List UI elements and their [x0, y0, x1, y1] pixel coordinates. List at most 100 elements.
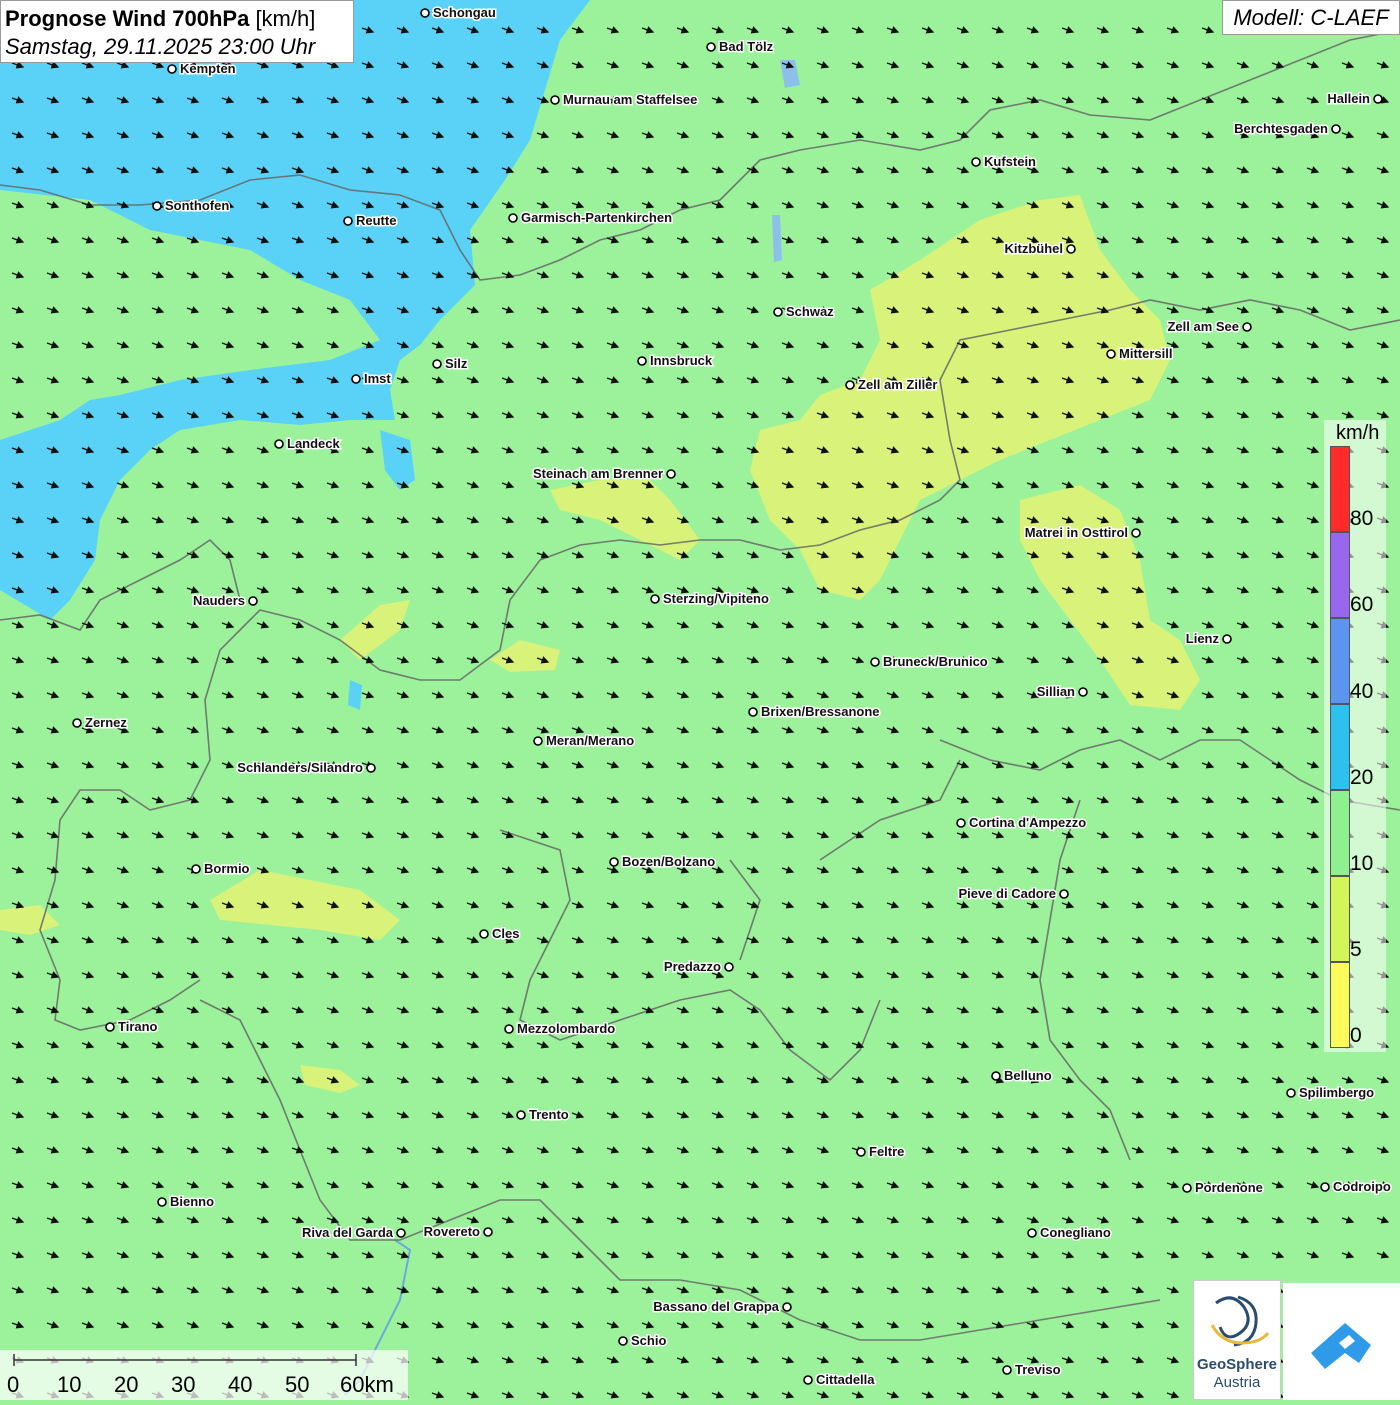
city-label: Murnau am Staffelsee — [563, 92, 697, 107]
legend-tick-label: 40 — [1350, 680, 1374, 703]
city-label: Conegliano — [1040, 1225, 1111, 1240]
city-label: Mittersill — [1119, 346, 1172, 361]
legend-color-step — [1330, 446, 1350, 532]
city-dot — [167, 64, 177, 74]
city-dot — [845, 380, 855, 390]
city-label: Lienz — [1186, 631, 1220, 646]
city-label: Landeck — [287, 436, 341, 451]
city-marker: Pieve di Cadore — [957, 885, 1069, 903]
city-label: Sonthofen — [165, 198, 229, 213]
city-label: Mezzolombardo — [517, 1021, 615, 1036]
city-dot — [1078, 687, 1088, 697]
map-title-box: Prognose Wind 700hPa [km/h] Samstag, 29.… — [0, 0, 354, 63]
city-dot — [1286, 1088, 1296, 1098]
wind-map: Schongau Kempten Bad Tölz Murnau am Staffel… — [0, 0, 1400, 1400]
legend-tick-label: 10 — [1350, 852, 1374, 875]
map-title-unit: [km/h] — [255, 6, 316, 31]
city-label: Brixen/Bressanone — [761, 704, 880, 719]
city-label: Innsbruck — [650, 353, 713, 368]
legend-color-step — [1330, 618, 1350, 704]
city-dot — [1182, 1183, 1192, 1193]
city-label: Rovereto — [424, 1224, 480, 1239]
city-dot — [366, 763, 376, 773]
city-dot — [152, 201, 162, 211]
city-dot — [191, 864, 201, 874]
city-dot — [971, 157, 981, 167]
legend-tick-label: 80 — [1350, 507, 1374, 530]
scale-bar-label: 50 — [285, 1372, 310, 1397]
city-label: Reutte — [356, 213, 396, 228]
city-marker: Berchtesgaden — [1233, 120, 1341, 138]
city-dot — [343, 216, 353, 226]
geosphere-logo-line1: GeoSphere — [1196, 1356, 1278, 1373]
city-dot — [1320, 1182, 1330, 1192]
city-dot — [706, 42, 716, 52]
city-label: Kufstein — [984, 154, 1036, 169]
cloud-arrow-icon — [1311, 1323, 1371, 1369]
scale-bar-label: 30 — [171, 1372, 196, 1397]
legend-color-step — [1330, 532, 1350, 618]
city-dot — [1106, 349, 1116, 359]
city-dot — [650, 594, 660, 604]
city-label: Steinach am Brenner — [533, 466, 663, 481]
city-label: Nauders — [193, 593, 245, 608]
city-dot — [157, 1197, 167, 1207]
legend-color-step — [1330, 962, 1350, 1048]
city-label: Sterzing/Vipiteno — [663, 591, 769, 606]
city-marker: Zell am See — [1166, 318, 1252, 336]
city-dot — [432, 359, 442, 369]
scale-bar-label: 10 — [57, 1372, 82, 1397]
city-label: Matrei in Osttirol — [1025, 525, 1128, 540]
city-marker: Sonthofen — [152, 197, 231, 215]
city-label: Trento — [529, 1107, 569, 1122]
city-label: Spilimbergo — [1299, 1085, 1374, 1100]
legend-tick-label: 0 — [1350, 1024, 1362, 1047]
city-marker: Meran/Merano — [533, 732, 636, 750]
legend-unit: km/h — [1336, 422, 1380, 444]
city-dot — [748, 707, 758, 717]
city-dot — [533, 736, 543, 746]
city-label: Bienno — [170, 1194, 214, 1209]
city-label: Zell am Ziller — [858, 377, 937, 392]
model-label: Modell: C-LAEF — [1222, 0, 1400, 35]
geosphere-logo-line2: Austria — [1213, 1374, 1261, 1391]
city-dot — [666, 469, 676, 479]
scale-bar-label: 60km — [340, 1372, 394, 1397]
city-dot — [248, 596, 258, 606]
scale-bar-label: 40 — [228, 1372, 253, 1397]
city-label: Pieve di Cadore — [958, 886, 1056, 901]
city-label: Garmisch-Partenkirchen — [521, 210, 672, 225]
city-dot — [105, 1022, 115, 1032]
city-dot — [504, 1024, 514, 1034]
city-marker: Bruneck/Brunico — [870, 653, 989, 671]
city-dot — [1373, 94, 1383, 104]
city-dot — [803, 1375, 813, 1385]
map-title: Prognose Wind 700hPa — [5, 6, 250, 31]
city-dot — [1027, 1228, 1037, 1238]
city-label: Kempten — [180, 61, 236, 76]
city-marker: Murnau am Staffelsee — [550, 91, 699, 109]
scale-bar-label: 0 — [7, 1372, 20, 1397]
city-dot — [870, 657, 880, 667]
city-dot — [609, 857, 619, 867]
city-label: Feltre — [869, 1144, 904, 1159]
city-label: Codroipo — [1333, 1179, 1391, 1194]
city-label: Imst — [364, 371, 391, 386]
city-dot — [1002, 1365, 1012, 1375]
city-label: Bassano del Grappa — [653, 1299, 779, 1314]
city-dot — [483, 1227, 493, 1237]
city-marker: Steinach am Brenner — [531, 465, 676, 483]
city-marker: Mezzolombardo — [504, 1020, 617, 1038]
legend-color-step — [1330, 790, 1350, 876]
city-marker: Innsbruck — [637, 352, 714, 370]
scale-bar-label: 20 — [114, 1372, 139, 1397]
city-label: Schlanders/Silandro — [237, 760, 363, 775]
city-label: Schwaz — [786, 304, 834, 319]
city-dot — [618, 1336, 628, 1346]
city-marker: Riva del Garda — [300, 1224, 406, 1242]
city-dot — [1059, 889, 1069, 899]
city-label: Belluno — [1004, 1068, 1052, 1083]
city-label: Bad Tölz — [719, 39, 774, 54]
city-label: Zell am See — [1167, 319, 1239, 334]
city-label: Kitzbühel — [1005, 241, 1064, 256]
